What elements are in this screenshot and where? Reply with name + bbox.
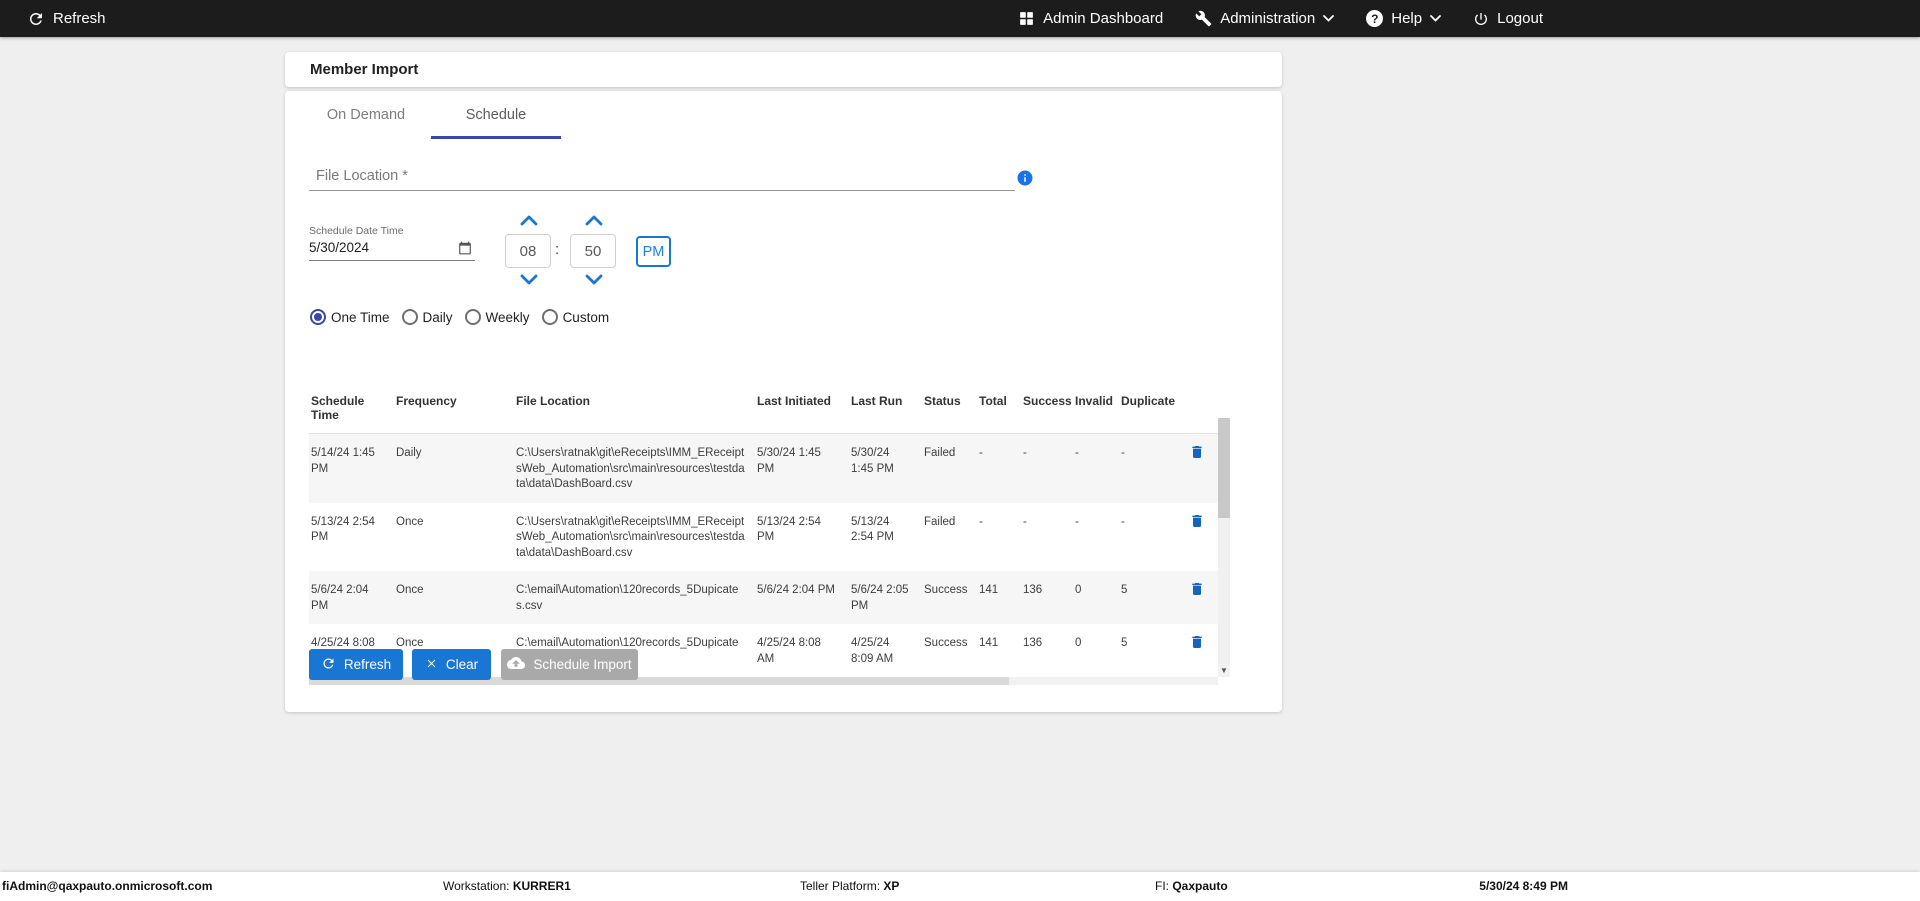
close-icon	[425, 657, 438, 673]
schedule-datetime-label: Schedule Date Time	[309, 225, 404, 237]
col-schedule-time: Schedule Time	[311, 394, 365, 422]
minute-decrement-button[interactable]	[585, 273, 603, 285]
nav-logout-label: Logout	[1497, 10, 1543, 27]
clear-button-label: Clear	[445, 657, 479, 672]
delete-schedule-button[interactable]	[1189, 444, 1205, 463]
scrollbar-down-arrow[interactable]: ▼	[1218, 664, 1230, 677]
table-row: 5/14/24 1:45 PM Daily C:\Users\ratnak\gi…	[309, 434, 1218, 503]
nav-help[interactable]: Help	[1366, 10, 1442, 27]
hour-increment-button[interactable]	[520, 213, 538, 226]
radio-one-time-label: One Time	[331, 309, 390, 325]
delete-schedule-button[interactable]	[1189, 634, 1205, 653]
minute-value: 50	[584, 242, 602, 260]
nav-admin-dashboard-label: Admin Dashboard	[1043, 10, 1164, 27]
delete-schedule-button[interactable]	[1189, 513, 1205, 532]
time-colon: :	[555, 241, 560, 258]
refresh-icon	[321, 656, 336, 674]
minute-increment-button[interactable]	[585, 213, 603, 226]
radio-daily-label: Daily	[422, 309, 453, 325]
radio-weekly-circle	[464, 309, 481, 325]
nav-logout[interactable]: Logout	[1473, 10, 1543, 27]
status-badge: Failed	[924, 447, 956, 459]
nav-administration-label: Administration	[1220, 10, 1316, 27]
nav-admin-dashboard[interactable]: Admin Dashboard	[1018, 10, 1163, 27]
status-badge: Success	[924, 637, 968, 650]
page-title-card: Member Import	[285, 52, 1282, 87]
active-tab-indicator	[431, 136, 561, 139]
hour-value: 08	[519, 242, 537, 260]
nav-refresh-label: Refresh	[53, 10, 106, 27]
logged-in-user: fiAdmin@qaxpauto.onmicrosoft.com	[2, 879, 213, 893]
radio-custom[interactable]: Custom	[541, 309, 610, 325]
chevron-down-icon	[1323, 15, 1335, 22]
radio-one-time[interactable]: One Time	[310, 309, 390, 325]
nav-refresh[interactable]: Refresh	[27, 10, 106, 28]
calendar-icon[interactable]	[458, 241, 472, 258]
delete-schedule-button[interactable]	[1189, 581, 1205, 600]
schedule-date-value: 5/30/2024	[309, 240, 370, 255]
top-navigation-bar: Refresh Admin Dashboard Administration H…	[0, 0, 1920, 37]
radio-custom-circle	[541, 309, 558, 325]
radio-daily[interactable]: Daily	[401, 309, 453, 325]
cloud-upload-icon	[507, 654, 526, 675]
col-actions	[1181, 385, 1213, 395]
refresh-button[interactable]: Refresh	[309, 649, 403, 680]
col-invalid: Invalid	[1075, 394, 1114, 408]
file-location-input[interactable]: File Location *	[309, 161, 1015, 191]
radio-weekly-label: Weekly	[485, 309, 530, 325]
fi-info: FI: Qaxpauto	[1155, 879, 1228, 893]
col-file-location: File Location	[516, 394, 591, 408]
chevron-down-icon	[1430, 15, 1442, 22]
col-last-run: Last Run	[851, 394, 903, 408]
minute-input[interactable]: 50	[570, 234, 616, 268]
col-last-initiated: Last Initiated	[757, 394, 832, 408]
tab-on-demand[interactable]: On Demand	[301, 91, 431, 139]
schedule-import-button[interactable]: Schedule Import	[501, 649, 638, 680]
status-badge: Success	[924, 584, 968, 597]
radio-daily-circle	[401, 309, 418, 325]
tab-schedule[interactable]: Schedule	[431, 91, 561, 139]
teller-platform-info: Teller Platform: XP	[800, 879, 900, 893]
help-question-icon	[1366, 10, 1384, 27]
frequency-radio-group: One Time Daily Weekly Custom	[310, 306, 621, 328]
table-body: 5/14/24 1:45 PM Daily C:\Users\ratnak\gi…	[309, 434, 1230, 677]
table-header-row: Schedule Time Frequency File Location La…	[309, 385, 1218, 434]
power-icon	[1473, 11, 1489, 27]
nav-help-label: Help	[1391, 10, 1423, 27]
file-location-placeholder: File Location *	[316, 168, 408, 184]
tab-bar: On Demand Schedule	[301, 91, 561, 139]
radio-weekly[interactable]: Weekly	[464, 309, 530, 325]
wrench-icon	[1195, 10, 1212, 27]
vertical-scrollbar-thumb[interactable]	[1218, 418, 1230, 518]
workstation-info: Workstation: KURRER1	[443, 879, 571, 893]
table-row: 5/13/24 2:54 PM Once C:\Users\ratnak\git…	[309, 503, 1218, 572]
schedule-import-button-label: Schedule Import	[533, 657, 632, 672]
schedule-date-input[interactable]: 5/30/2024	[309, 238, 475, 261]
member-import-panel: On Demand Schedule File Location * Sched…	[285, 91, 1282, 712]
schedule-table: Schedule Time Frequency File Location La…	[309, 385, 1230, 686]
col-duplicate: Duplicate	[1121, 394, 1176, 408]
refresh-icon	[27, 10, 45, 28]
meridiem-toggle-button[interactable]: PM	[636, 236, 671, 267]
status-datetime: 5/30/24 8:49 PM	[1479, 879, 1568, 893]
refresh-button-label: Refresh	[343, 657, 392, 672]
clear-button[interactable]: Clear	[412, 649, 491, 680]
radio-custom-label: Custom	[562, 309, 610, 325]
table-row: 5/6/24 2:04 PM Once C:\email\Automation\…	[309, 571, 1218, 625]
nav-administration[interactable]: Administration	[1195, 10, 1335, 27]
radio-one-time-circle	[310, 309, 326, 325]
col-success: Success	[1023, 394, 1072, 408]
hour-input[interactable]: 08	[505, 234, 551, 268]
col-total: Total	[979, 394, 1007, 408]
col-status: Status	[924, 394, 961, 408]
info-icon[interactable]	[1016, 169, 1034, 192]
page-title: Member Import	[310, 61, 419, 78]
status-badge: Failed	[924, 515, 956, 528]
dashboard-grid-icon	[1018, 10, 1035, 27]
col-frequency: Frequency	[396, 394, 457, 408]
vertical-scrollbar[interactable]: ▼	[1218, 418, 1230, 678]
hour-decrement-button[interactable]	[520, 273, 538, 285]
status-bar: fiAdmin@qaxpauto.onmicrosoft.com Worksta…	[0, 872, 1920, 901]
